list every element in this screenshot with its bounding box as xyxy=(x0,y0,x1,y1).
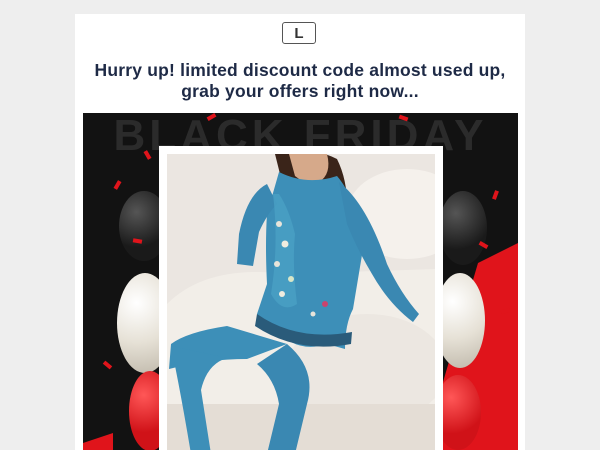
balloon-icon xyxy=(439,191,487,265)
headline: Hurry up! limited discount code almost u… xyxy=(75,60,525,102)
logo-icon[interactable]: L xyxy=(282,22,316,44)
product-photo-frame xyxy=(159,146,443,450)
model-illustration xyxy=(167,154,435,450)
email-card: L Hurry up! limited discount code almost… xyxy=(75,14,525,450)
logo-letter: L xyxy=(294,24,304,42)
headline-line-1: Hurry up! limited discount code almost u… xyxy=(94,60,506,80)
black-friday-banner[interactable]: BLACK FRIDAY xyxy=(83,113,518,450)
headline-line-2: grab your offers right now... xyxy=(181,81,419,101)
product-photo[interactable] xyxy=(167,154,435,450)
